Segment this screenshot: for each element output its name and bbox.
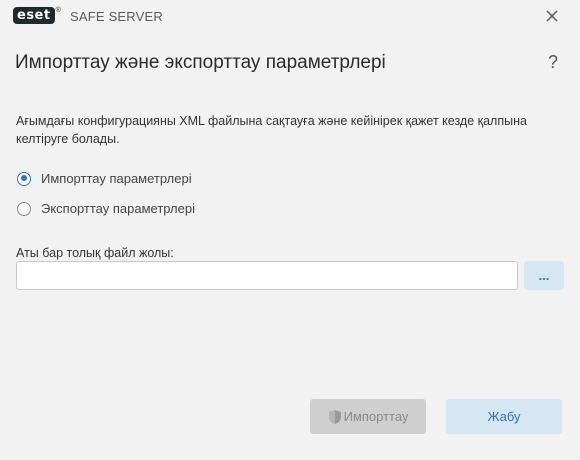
page-title: Импорттау және экспорттау параметрлері — [15, 52, 386, 73]
radio-import-settings[interactable]: Импорттау параметрлері — [17, 171, 192, 186]
radio-button-selected[interactable] — [17, 171, 31, 186]
eset-logo-mark: eset — [13, 7, 55, 24]
close-button[interactable]: Жабу — [446, 399, 562, 434]
eset-logo: eset ® — [13, 7, 61, 24]
file-path-label: Аты бар толық файл жолы: — [16, 246, 174, 260]
radio-label-export: Экспорттау параметрлері — [41, 201, 195, 216]
radio-button-unselected[interactable] — [17, 201, 31, 216]
close-icon — [546, 10, 558, 22]
radio-export-settings[interactable]: Экспорттау параметрлері — [17, 201, 195, 216]
import-button-label: Импорттау — [343, 409, 409, 424]
import-button[interactable]: Импорттау — [310, 399, 426, 434]
browse-button[interactable]: ... — [524, 261, 564, 290]
registered-mark: ® — [55, 7, 61, 14]
help-button[interactable]: ? — [548, 52, 558, 73]
product-name: SAFE SERVER — [70, 9, 163, 24]
window-close-button[interactable] — [542, 6, 562, 26]
title-bar: eset ® SAFE SERVER — [0, 0, 580, 32]
dialog-window: eset ® SAFE SERVER Импорттау және экспор… — [0, 0, 580, 460]
shield-icon — [328, 409, 342, 425]
radio-label-import: Импорттау параметрлері — [41, 171, 192, 186]
description-text: Ағымдағы конфигурацияны XML файлына сақт… — [16, 114, 527, 146]
file-path-input[interactable] — [16, 261, 518, 290]
